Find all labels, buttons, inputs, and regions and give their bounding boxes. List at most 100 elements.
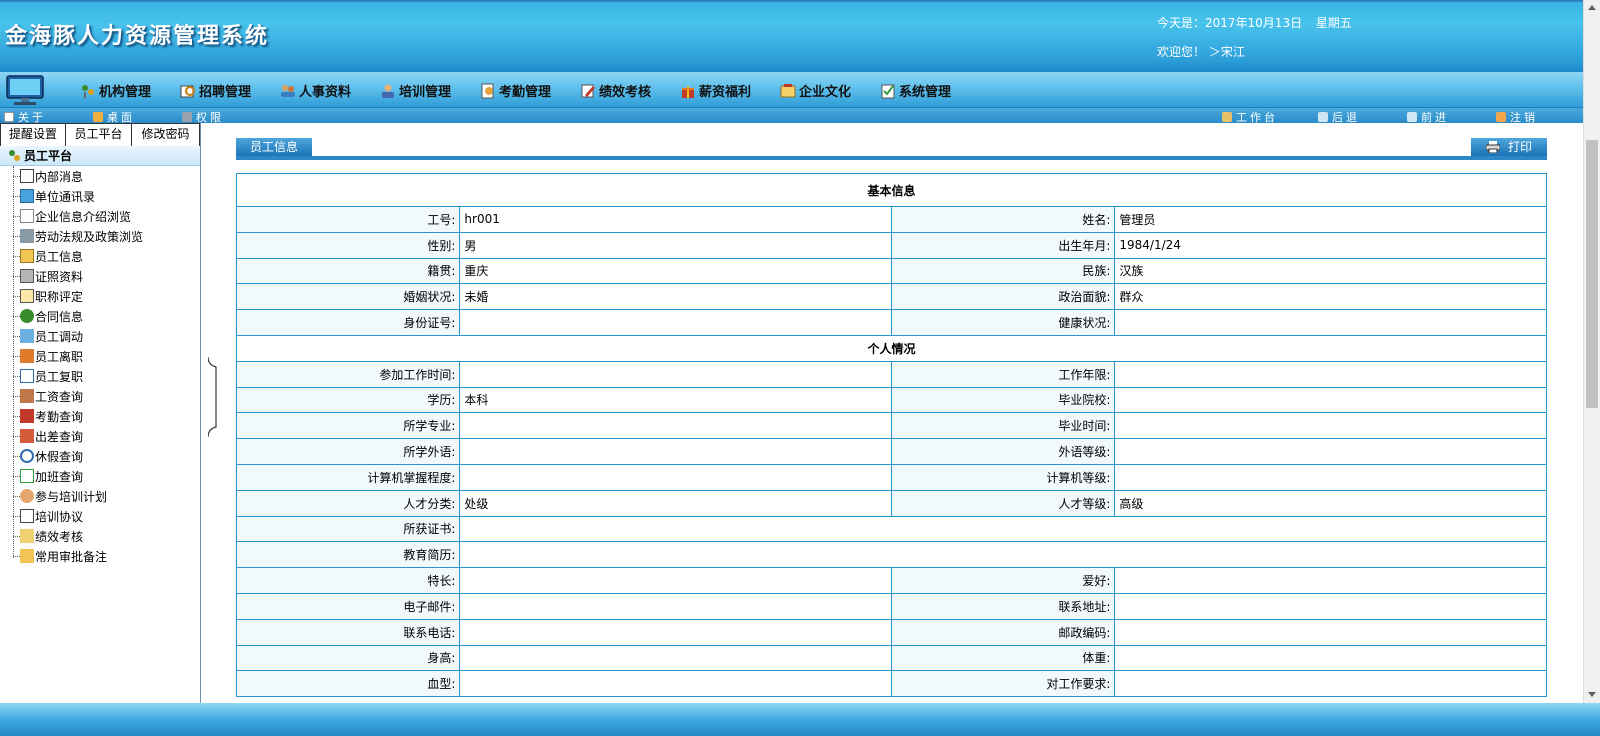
print-button[interactable]: 打印 (1471, 138, 1547, 156)
field-label: 身高: (235, 644, 461, 672)
sidebar-item-label: 加班查询 (35, 469, 84, 484)
sidebar-item-salary-query[interactable]: 工资查询 (13, 386, 200, 406)
field-value (1114, 463, 1547, 491)
nav-training[interactable]: 培训管理 (380, 81, 451, 100)
org-icon (82, 84, 94, 98)
sidebar-item-company-info[interactable]: 企业信息介绍浏览 (13, 206, 200, 226)
sidebar-item-label: 劳动法规及政策浏览 (35, 229, 144, 244)
nav-performance[interactable]: 绩效考核 (580, 81, 651, 100)
sidebar-item-attendance-query[interactable]: 考勤查询 (13, 406, 200, 426)
nav-attendance[interactable]: 考勤管理 (480, 81, 551, 100)
sidebar-item-employee-info[interactable]: 员工信息 (13, 246, 200, 266)
doc-icon (4, 112, 14, 122)
sidebar-item-resignation[interactable]: 员工离职 (13, 346, 200, 366)
field-value (459, 515, 1547, 543)
sidebar-item-training-agreement[interactable]: 培训协议 (13, 506, 200, 526)
sidebar-item-reinstatement[interactable]: 员工复职 (13, 366, 200, 386)
pencil-icon (581, 84, 595, 97)
field-value (459, 567, 892, 594)
sidebar-item-transfer[interactable]: 员工调动 (13, 326, 200, 346)
nav-org[interactable]: 机构管理 (80, 81, 151, 100)
sidebar-item-label: 证照资料 (35, 269, 84, 284)
search-icon (20, 449, 34, 463)
sidebar-item-internal-messages[interactable]: 内部消息 (13, 166, 200, 186)
nav-culture[interactable]: 企业文化 (780, 81, 851, 100)
field-value: 汉族 (1114, 257, 1547, 285)
tab-reminder-settings[interactable]: 提醒设置 (0, 123, 66, 146)
vertical-scrollbar[interactable] (1583, 0, 1600, 703)
sidebar-item-label: 员工调动 (35, 329, 84, 344)
sidebar-item-performance[interactable]: 绩效考核 (13, 526, 200, 546)
nav-training-label: 培训管理 (399, 85, 452, 100)
field-value: 本科 (459, 386, 892, 414)
field-label: 毕业院校: (890, 386, 1116, 414)
sidebar-item-training-plan[interactable]: 参与培训计划 (13, 486, 200, 506)
nav-personnel[interactable]: 人事资料 (280, 81, 351, 100)
sidebar-item-certificates[interactable]: 证照资料 (13, 266, 200, 286)
sidebar-item-overtime-query[interactable]: 加班查询 (13, 466, 200, 486)
edit-icon (20, 209, 34, 223)
sidebar-item-label: 出差查询 (35, 429, 84, 444)
field-label: 对工作要求: (890, 670, 1116, 698)
tab-employee-platform[interactable]: 员工平台 (66, 123, 132, 146)
nav-recruit[interactable]: 招聘管理 (180, 81, 251, 100)
field-label: 血型: (235, 670, 461, 698)
table-row: 婚姻状况: 未婚 政治面貌: 群众 (235, 283, 1547, 311)
field-value (1114, 618, 1547, 646)
field-label: 健康状况: (890, 309, 1116, 336)
sidebar-item-trip-query[interactable]: 出差查询 (13, 426, 200, 446)
tab-change-password[interactable]: 修改密码 (132, 123, 200, 146)
tab-employee-info[interactable]: 员工信息 (236, 138, 312, 156)
welcome-text: 欢迎您！ ＞宋江 (1157, 45, 1245, 59)
main-nav: 机构管理 招聘管理 人事资料 培训管理 考勤管理 绩效考核 薪资福利 企业文化 (0, 72, 1583, 108)
sidebar-item-label: 工资查询 (35, 389, 84, 404)
list-icon (20, 289, 34, 303)
sidebar-tree: 内部消息 单位通讯录 企业信息介绍浏览 劳动法规及政策浏览 员工信息 证照资料 … (0, 166, 200, 566)
tree-root[interactable]: 员工平台 (0, 146, 200, 166)
field-value (459, 309, 892, 336)
table-row: 联系电话: 邮政编码: (235, 618, 1547, 646)
scroll-up-icon[interactable] (1588, 5, 1596, 10)
sidebar-item-labor-law[interactable]: 劳动法规及政策浏览 (13, 226, 200, 246)
folder-icon (20, 549, 34, 563)
scroll-down-icon[interactable] (1588, 692, 1596, 697)
monitor-icon (6, 75, 44, 105)
sidebar-item-label: 单位通讯录 (35, 189, 96, 204)
sidebar-item-label: 员工信息 (35, 249, 84, 264)
field-label: 工作年限: (890, 360, 1116, 388)
collapse-handle-icon[interactable] (208, 357, 220, 437)
resign-icon (20, 349, 34, 363)
transfer-icon (20, 329, 34, 343)
sidebar-item-directory[interactable]: 单位通讯录 (13, 186, 200, 206)
weekday-text: 星期五 (1315, 16, 1352, 30)
field-label: 教育简历: (235, 541, 461, 569)
section-header: 员工信息 打印 (236, 138, 1547, 160)
sidebar-item-label: 职称评定 (35, 289, 84, 304)
field-value (459, 670, 892, 698)
table-row: 所学专业: 毕业时间: (235, 412, 1547, 440)
table-row: 身高: 体重: (235, 644, 1547, 672)
field-value (1114, 386, 1547, 414)
checklist-icon (881, 84, 895, 98)
field-label: 工号: (235, 206, 461, 233)
sidebar-item-leave-query[interactable]: 休假查询 (13, 446, 200, 466)
trip-icon (20, 429, 34, 443)
sidebar-item-title-evaluation[interactable]: 职称评定 (13, 286, 200, 306)
pencil-icon (20, 529, 34, 543)
back-arrow-icon (1318, 112, 1328, 122)
field-value (1114, 670, 1547, 698)
scroll-thumb[interactable] (1586, 140, 1598, 408)
recruit-icon (180, 85, 195, 97)
sidebar-item-contracts[interactable]: 合同信息 (13, 306, 200, 326)
nav-system[interactable]: 系统管理 (880, 81, 951, 100)
sidebar-item-label: 合同信息 (35, 309, 84, 324)
field-label: 参加工作时间: (235, 360, 461, 388)
basic-info-title: 基本信息 (236, 173, 1547, 207)
reinstate-icon (20, 369, 34, 383)
field-value (459, 463, 892, 491)
table-row: 教育简历: (235, 541, 1547, 569)
field-label: 爱好: (890, 567, 1116, 594)
table-row: 参加工作时间: 工作年限: (235, 360, 1547, 388)
nav-salary[interactable]: 薪资福利 (680, 81, 751, 100)
sidebar-item-approval-notes[interactable]: 常用审批备注 (13, 546, 200, 566)
